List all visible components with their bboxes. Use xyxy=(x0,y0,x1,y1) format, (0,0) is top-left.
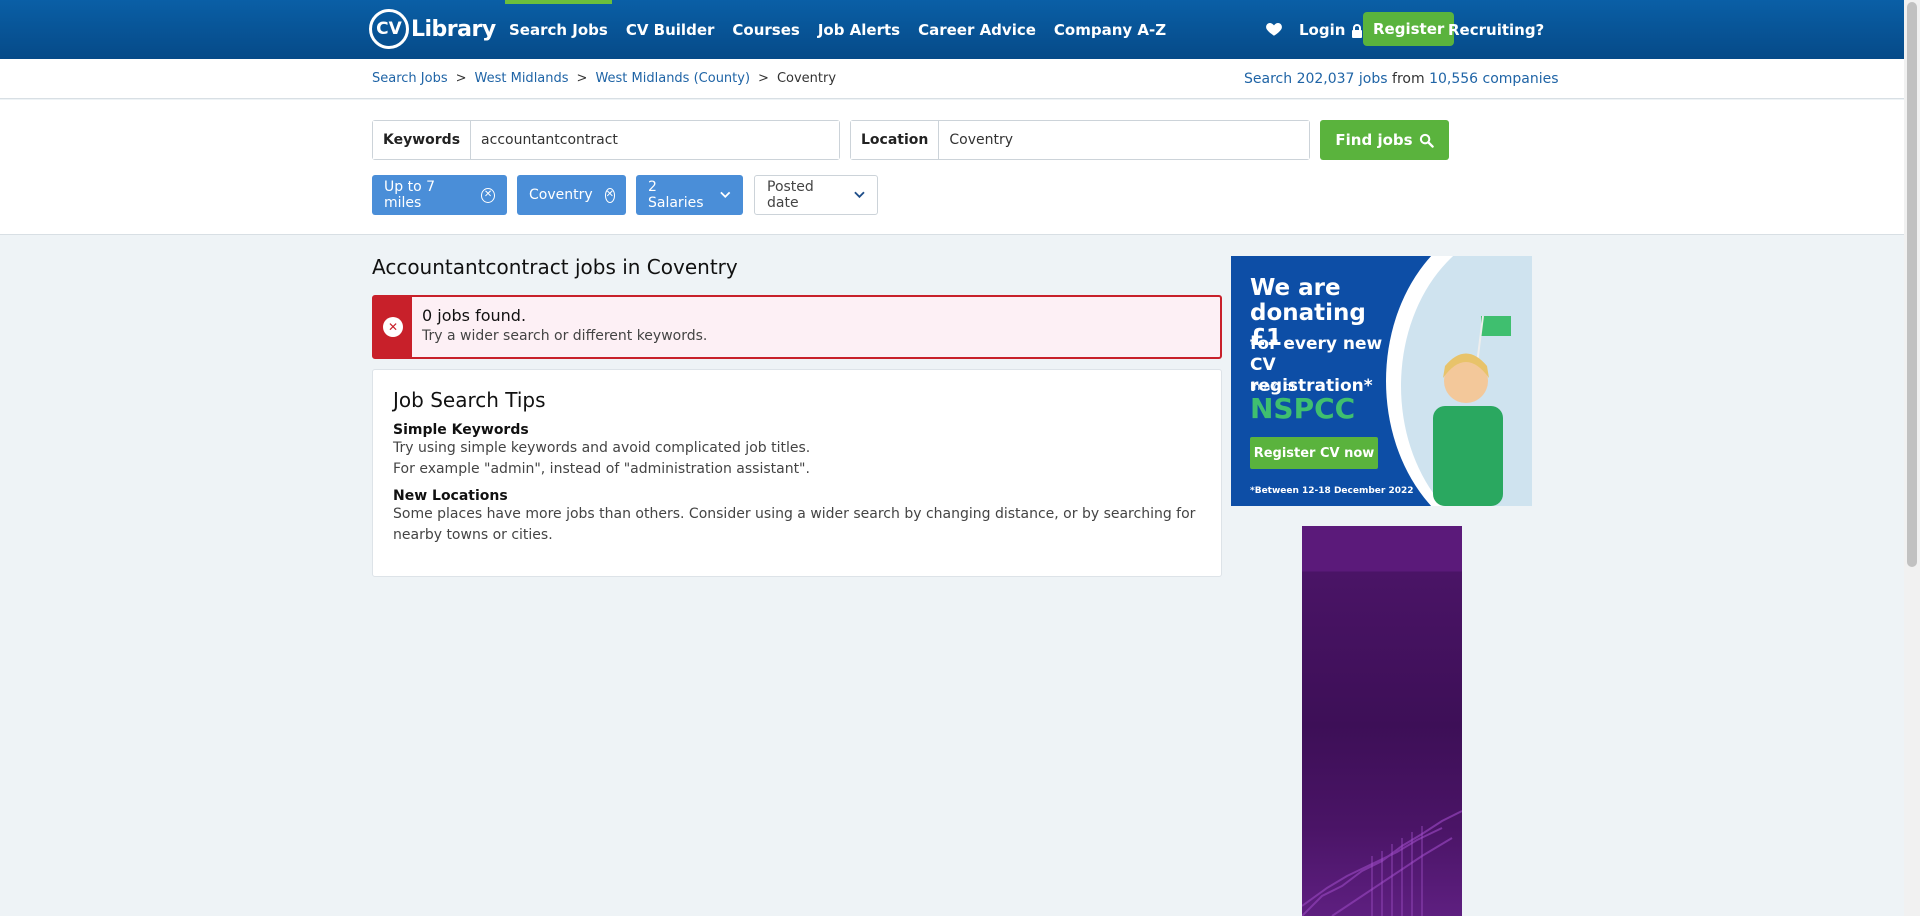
stats-from: from xyxy=(1392,71,1425,87)
tip-title: Simple Keywords xyxy=(393,422,529,438)
login-link[interactable]: Login xyxy=(1299,0,1363,61)
chevron-down-icon xyxy=(720,191,731,198)
main-nav: Search Jobs CV Builder Courses Job Alert… xyxy=(500,0,1175,59)
register-cv-button[interactable]: Register CV now xyxy=(1250,437,1378,469)
job-search-tips: Job Search Tips Simple Keywords Try usin… xyxy=(372,369,1222,577)
nav-search-jobs[interactable]: Search Jobs xyxy=(500,0,617,59)
jobs-count: 202,037 xyxy=(1296,71,1355,87)
cv-library-logo[interactable]: CV Library xyxy=(369,9,496,49)
search-icon xyxy=(1419,133,1434,148)
site-stats: Search 202,037 jobs from 10,556 companie… xyxy=(1244,71,1559,87)
distance-filter-label: Up to 7 miles xyxy=(384,179,435,211)
location-filter-chip[interactable]: Coventry ✕ xyxy=(517,175,626,215)
breadcrumb-current: Coventry xyxy=(776,71,837,86)
keywords-field: Keywords xyxy=(372,120,840,160)
jobs-link[interactable]: jobs xyxy=(1359,71,1388,87)
lock-icon xyxy=(1352,23,1363,38)
stats-prefix: Search xyxy=(1244,71,1293,87)
companies-count: 10,556 xyxy=(1429,71,1479,87)
top-navigation: CV Library Search Jobs CV Builder Course… xyxy=(0,0,1904,59)
scrollbar-thumb[interactable] xyxy=(1907,2,1917,567)
breadcrumb-bar: Search Jobs > West Midlands > West Midla… xyxy=(0,59,1904,99)
keywords-input[interactable] xyxy=(471,121,839,159)
companies-link[interactable]: companies xyxy=(1483,71,1559,87)
remove-distance-icon[interactable]: ✕ xyxy=(481,187,495,203)
salaries-filter-label: 2 Salaries xyxy=(648,179,704,211)
nspcc-advert[interactable]: We are donating £1 for every new CV regi… xyxy=(1231,256,1532,506)
tip-line: Some places have more jobs than others. … xyxy=(393,506,1196,543)
nav-company-a-z[interactable]: Company A-Z xyxy=(1045,0,1175,59)
advert-brand: NSPCC xyxy=(1250,392,1356,425)
breadcrumb-separator: > xyxy=(758,71,769,86)
advert-fine-print: *Between 12-18 December 2022 xyxy=(1250,486,1414,496)
find-jobs-button[interactable]: Find jobs xyxy=(1320,120,1449,160)
breadcrumb-west-midlands-county[interactable]: West Midlands (County) xyxy=(595,71,750,86)
results-title: Accountantcontract jobs in Coventry xyxy=(372,255,738,279)
search-panel: Keywords Location Find jobs Up to 7 mile… xyxy=(0,100,1904,235)
breadcrumb: Search Jobs > West Midlands > West Midla… xyxy=(372,71,836,86)
tip-title: New Locations xyxy=(393,488,508,504)
heart-icon[interactable] xyxy=(1265,20,1283,38)
alert-heading: 0 jobs found. xyxy=(422,306,527,325)
keywords-label: Keywords xyxy=(373,121,472,159)
breadcrumb-separator: > xyxy=(576,71,588,86)
breadcrumb-west-midlands[interactable]: West Midlands xyxy=(475,71,569,86)
location-input[interactable] xyxy=(939,121,1309,159)
location-label: Location xyxy=(851,121,940,159)
nav-job-alerts[interactable]: Job Alerts xyxy=(809,0,909,59)
nav-career-advice[interactable]: Career Advice xyxy=(909,0,1045,59)
remove-location-icon[interactable]: ✕ xyxy=(604,187,616,203)
tip-line: Try using simple keywords and avoid comp… xyxy=(393,440,811,456)
register-button[interactable]: Register xyxy=(1363,12,1455,46)
location-field: Location xyxy=(850,120,1310,160)
login-label: Login xyxy=(1299,21,1346,39)
find-jobs-label: Find jobs xyxy=(1335,131,1413,149)
tips-heading: Job Search Tips xyxy=(393,388,546,412)
chevron-down-icon xyxy=(854,191,865,199)
distance-filter-chip[interactable]: Up to 7 miles ✕ xyxy=(372,175,507,215)
salaries-filter-dropdown[interactable]: 2 Salaries xyxy=(636,175,743,215)
breadcrumb-separator: > xyxy=(455,71,467,86)
page-scrollbar[interactable] xyxy=(1904,0,1920,916)
posted-date-label: Posted date xyxy=(767,179,814,211)
error-icon: ✕ xyxy=(383,317,403,337)
location-filter-label: Coventry xyxy=(529,187,593,203)
tip-line: For example "admin", instead of "adminis… xyxy=(393,461,810,477)
recruiting-link[interactable]: Recruiting? xyxy=(1448,0,1544,61)
purple-advert[interactable] xyxy=(1302,526,1462,916)
stairs-graphic-icon xyxy=(1302,810,1462,916)
breadcrumb-search-jobs[interactable]: Search Jobs xyxy=(372,71,448,86)
child-photo-icon xyxy=(1433,315,1511,506)
nav-courses[interactable]: Courses xyxy=(723,0,808,59)
logo-text: Library xyxy=(411,16,496,42)
no-results-alert: ✕ 0 jobs found. Try a wider search or di… xyxy=(372,295,1222,359)
alert-side: ✕ xyxy=(374,297,412,357)
nav-cv-builder[interactable]: CV Builder xyxy=(617,0,724,59)
alert-text: Try a wider search or different keywords… xyxy=(422,328,708,344)
alert-body: 0 jobs found. Try a wider search or diff… xyxy=(412,297,717,357)
posted-date-dropdown[interactable]: Posted date xyxy=(754,175,878,215)
logo-badge: CV xyxy=(369,9,409,49)
